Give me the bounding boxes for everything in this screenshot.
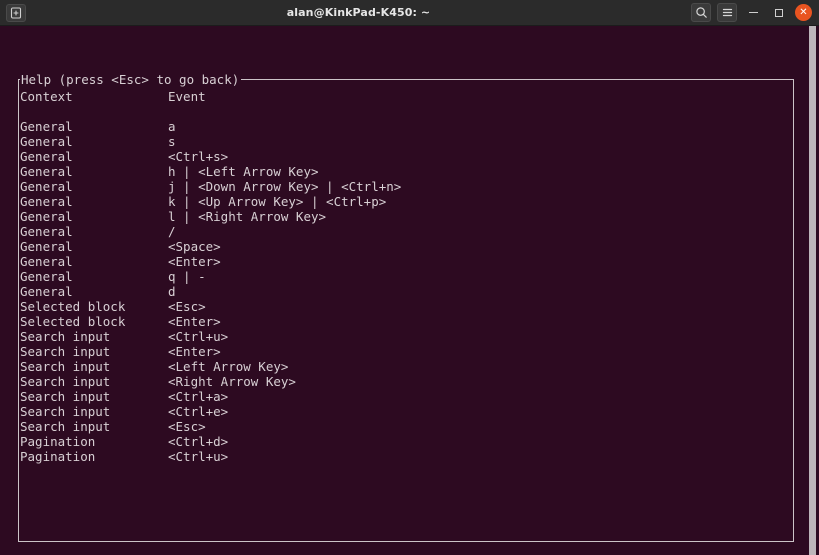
cell-event: <Enter> xyxy=(168,344,221,359)
table-row: Search input <Left Arrow Key> xyxy=(20,359,780,374)
hamburger-menu-icon[interactable] xyxy=(717,3,737,22)
table-row: General <Ctrl+s> xyxy=(20,149,780,164)
window-title: alan@KinkPad-K450: ~ xyxy=(286,6,431,19)
cell-event: s xyxy=(168,134,176,149)
cell-context: Selected block xyxy=(20,299,126,314)
new-tab-icon[interactable] xyxy=(6,3,26,22)
table-header-spacer xyxy=(20,104,780,119)
table-row: General l | <Right Arrow Key> xyxy=(20,209,780,224)
cell-event: <Ctrl+s> xyxy=(168,149,229,164)
minimize-glyph xyxy=(748,12,758,13)
cell-context: Search input xyxy=(20,359,111,374)
terminal-scrollbar-thumb[interactable] xyxy=(809,26,816,555)
table-row: General j | <Down Arrow Key> | <Ctrl+n> xyxy=(20,179,780,194)
cell-event: <Space> xyxy=(168,239,221,254)
cell-event: / xyxy=(168,224,176,239)
cell-context: General xyxy=(20,179,73,194)
cell-context: Search input xyxy=(20,419,111,434)
cell-event: l | <Right Arrow Key> xyxy=(168,209,327,224)
help-table: Context Event General a General s Genera… xyxy=(20,89,780,464)
table-row: General k | <Up Arrow Key> | <Ctrl+p> xyxy=(20,194,780,209)
cell-context: General xyxy=(20,284,73,299)
table-row: Search input <Ctrl+e> xyxy=(20,404,780,419)
cell-context: General xyxy=(20,209,73,224)
cell-event: q | - xyxy=(168,269,206,284)
minimize-icon[interactable] xyxy=(743,3,763,22)
cell-context: General xyxy=(20,164,73,179)
table-row: Selected block <Esc> xyxy=(20,299,780,314)
window-titlebar: alan@KinkPad-K450: ~ ✕ xyxy=(0,0,819,26)
search-icon[interactable] xyxy=(691,3,711,22)
cell-context: Pagination xyxy=(20,434,96,449)
table-row: Selected block <Enter> xyxy=(20,314,780,329)
cell-event: <Enter> xyxy=(168,254,221,269)
cell-context: Pagination xyxy=(20,449,96,464)
table-row: Search input <Right Arrow Key> xyxy=(20,374,780,389)
column-header-context: Context xyxy=(20,89,73,104)
table-header-row: Context Event xyxy=(20,89,780,104)
cell-context: General xyxy=(20,119,73,134)
table-row: General <Enter> xyxy=(20,254,780,269)
cell-event: <Left Arrow Key> xyxy=(168,359,289,374)
table-row: General a xyxy=(20,119,780,134)
close-glyph: ✕ xyxy=(799,6,808,18)
titlebar-right-group: ✕ xyxy=(691,3,819,22)
cell-context: General xyxy=(20,134,73,149)
cell-context: Search input xyxy=(20,374,111,389)
close-icon[interactable]: ✕ xyxy=(795,4,812,21)
maximize-glyph xyxy=(775,8,783,17)
cell-event: <Ctrl+a> xyxy=(168,389,229,404)
cell-context: General xyxy=(20,269,73,284)
cell-context: General xyxy=(20,224,73,239)
cell-context: Search input xyxy=(20,329,111,344)
cell-context: Search input xyxy=(20,404,111,419)
table-row: Pagination <Ctrl+d> xyxy=(20,434,780,449)
table-row: General d xyxy=(20,284,780,299)
cell-event: d xyxy=(168,284,176,299)
titlebar-left-group xyxy=(0,3,26,22)
table-row: General <Space> xyxy=(20,239,780,254)
table-row: Search input <Esc> xyxy=(20,419,780,434)
table-row: Pagination <Ctrl+u> xyxy=(20,449,780,464)
cell-context: General xyxy=(20,149,73,164)
table-row: General s xyxy=(20,134,780,149)
cell-event: <Ctrl+u> xyxy=(168,449,229,464)
cell-event: k | <Up Arrow Key> | <Ctrl+p> xyxy=(168,194,387,209)
cell-context: General xyxy=(20,239,73,254)
table-row: Search input <Ctrl+a> xyxy=(20,389,780,404)
cell-context: General xyxy=(20,194,73,209)
cell-event: h | <Left Arrow Key> xyxy=(168,164,319,179)
table-row: General h | <Left Arrow Key> xyxy=(20,164,780,179)
terminal-surface[interactable]: Help (press <Esc> to go back) Context Ev… xyxy=(0,26,819,555)
cell-event: <Right Arrow Key> xyxy=(168,374,296,389)
table-row: General / xyxy=(20,224,780,239)
cell-event: <Ctrl+u> xyxy=(168,329,229,344)
cell-context: Search input xyxy=(20,389,111,404)
cell-event: <Esc> xyxy=(168,299,206,314)
table-row: Search input <Enter> xyxy=(20,344,780,359)
column-header-event: Event xyxy=(168,89,206,104)
cell-event: <Ctrl+d> xyxy=(168,434,229,449)
cell-event: j | <Down Arrow Key> | <Ctrl+n> xyxy=(168,179,402,194)
cell-event: <Esc> xyxy=(168,419,206,434)
cell-event: <Enter> xyxy=(168,314,221,329)
help-panel-title: Help (press <Esc> to go back) xyxy=(20,72,242,87)
cell-context: Search input xyxy=(20,344,111,359)
cell-event: a xyxy=(168,119,176,134)
cell-event: <Ctrl+e> xyxy=(168,404,229,419)
terminal-scrollbar[interactable] xyxy=(806,26,819,555)
table-row: Search input <Ctrl+u> xyxy=(20,329,780,344)
table-row: General q | - xyxy=(20,269,780,284)
maximize-icon[interactable] xyxy=(769,3,789,22)
cell-context: General xyxy=(20,254,73,269)
cell-context: Selected block xyxy=(20,314,126,329)
